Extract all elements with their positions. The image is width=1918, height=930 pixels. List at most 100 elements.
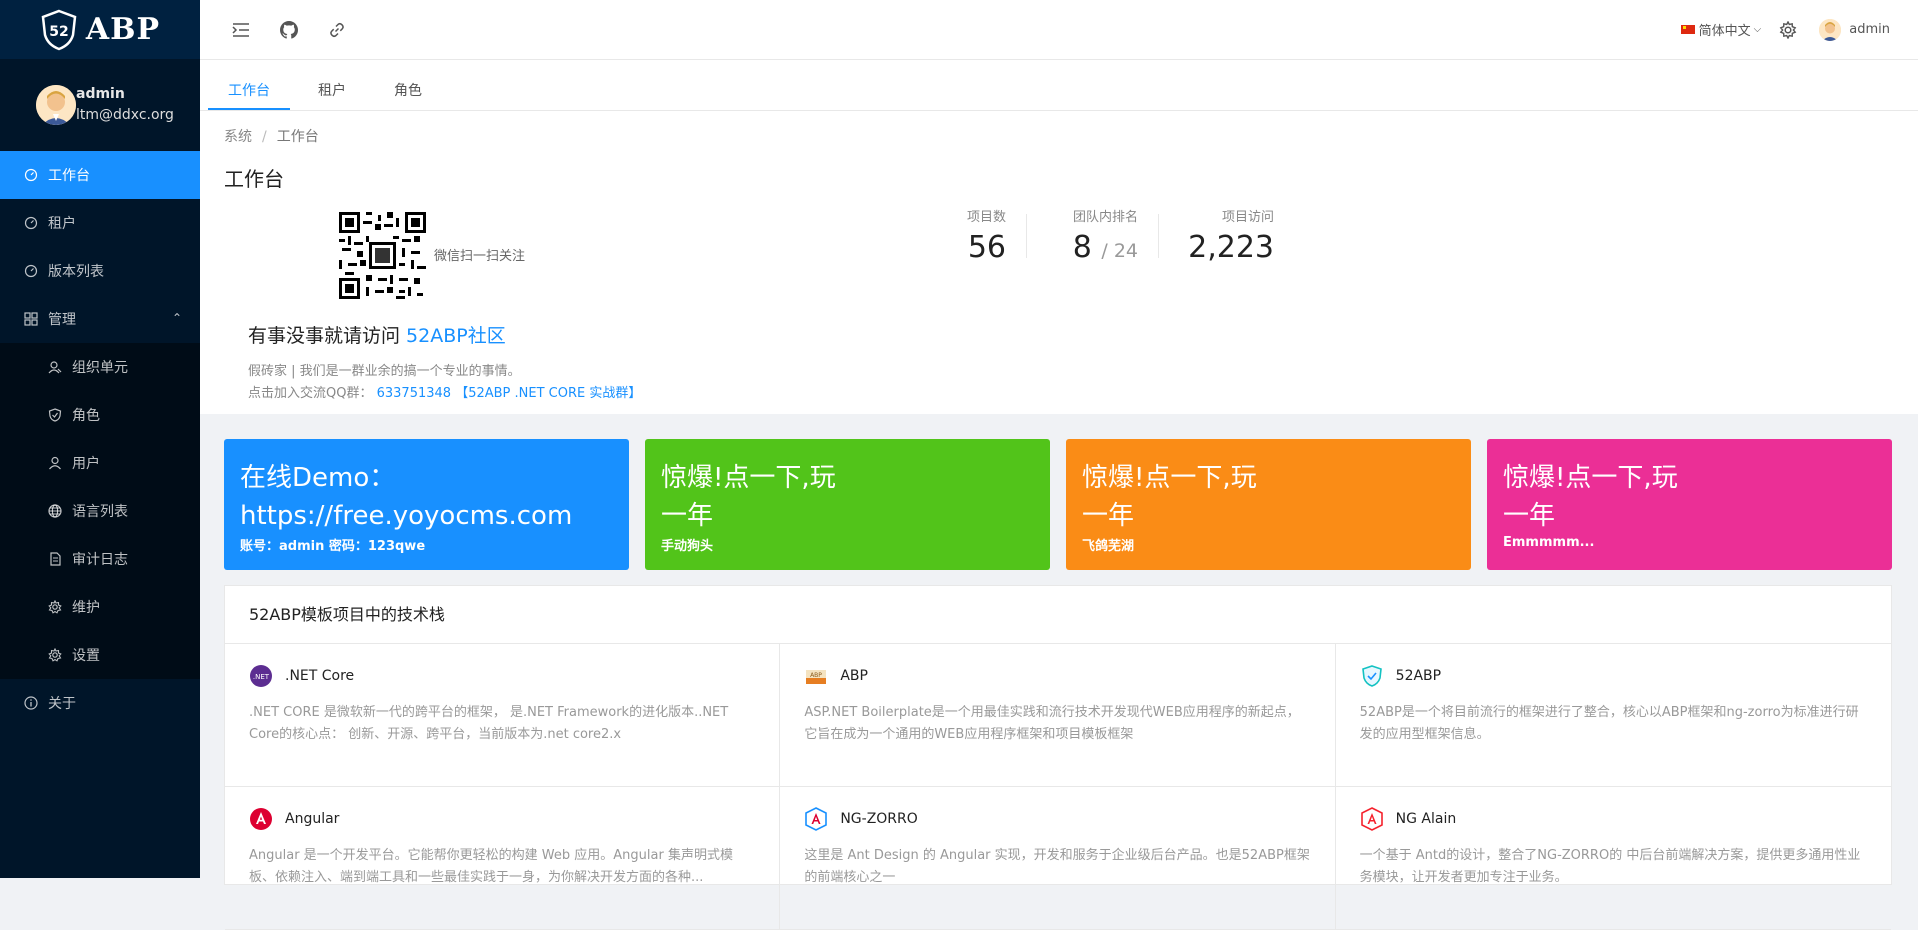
- safety-icon: [48, 408, 62, 422]
- stat-team-rank: 团队内排名 8 / 24: [1026, 206, 1158, 271]
- github-icon: [280, 20, 298, 39]
- stat-label: 项目访问: [1221, 210, 1274, 225]
- team-icon: [48, 360, 62, 374]
- sidebar-item-label: 维护: [72, 600, 100, 616]
- tech-stack-title: 52ABP模板项目中的技术栈: [225, 586, 1891, 644]
- sidebar-item-tenants[interactable]: 租户: [0, 199, 200, 247]
- sidebar-item-languages[interactable]: 语言列表: [0, 487, 200, 535]
- card-title: 惊爆!点一下,玩: [1503, 463, 1678, 493]
- qq-group-link[interactable]: 【52ABP .NET CORE 实战群】: [455, 386, 641, 401]
- promo-card[interactable]: 惊爆!点一下,玩 一年 Emmmmm...: [1487, 439, 1892, 570]
- sidebar-item-label: 工作台: [48, 168, 90, 184]
- tech-item-desc: 52ABP是一个将目前流行的框架进行了整合，核心以ABP框架和ng-zorro为…: [1359, 705, 1859, 742]
- tech-item-angular[interactable]: Angular Angular 是一个开发平台。它能帮你更轻松的构建 Web 应…: [225, 787, 781, 930]
- stats-group: 项目数 56 团队内排名 8 / 24 项目访问 2,223: [920, 206, 1294, 271]
- sidebar-item-label: 用户: [72, 456, 100, 472]
- promo-card[interactable]: 惊爆!点一下,玩 一年 飞鸽芜湖: [1066, 439, 1471, 570]
- card-title: 惊爆!点一下,玩: [661, 463, 836, 493]
- tech-item-desc: ASP.NET Boilerplate是一个用最佳实践和流行技术开发现代WEB应…: [804, 705, 1300, 742]
- link-button[interactable]: [313, 0, 361, 59]
- qq-prefix: 点击加入交流QQ群：: [248, 386, 373, 401]
- setting-icon: [48, 600, 62, 614]
- breadcrumb-current: 工作台: [276, 129, 319, 145]
- user-email: ltm@ddxc.org: [76, 107, 174, 123]
- tech-item-52abp[interactable]: 52ABP 52ABP是一个将目前流行的框架进行了整合，核心以ABP框架和ng-…: [1335, 644, 1891, 787]
- user-menu[interactable]: admin: [1819, 18, 1890, 41]
- sidebar-item-administration[interactable]: 管理 ⌃: [0, 295, 200, 343]
- global-icon: [48, 504, 62, 518]
- card-title: 一年: [1082, 501, 1135, 531]
- dashboard-icon: [24, 216, 38, 230]
- community-link[interactable]: 52ABP社区: [406, 325, 506, 347]
- tech-item-desc: Angular 是一个开发平台。它能帮你更轻松的构建 Web 应用。Angula…: [249, 848, 733, 885]
- menu-fold-button[interactable]: [217, 0, 265, 59]
- shield-icon: [1360, 664, 1384, 688]
- stat-value: 2,223: [1188, 230, 1274, 265]
- sidebar-item-label: 语言列表: [72, 504, 128, 520]
- stat-value: 56: [967, 230, 1006, 265]
- appstore-icon: [24, 312, 38, 326]
- sidebar-item-label: 管理: [48, 312, 76, 328]
- page-title: 工作台: [224, 167, 284, 191]
- sidebar-item-dashboard[interactable]: 工作台: [0, 151, 200, 199]
- tab-dashboard[interactable]: 工作台: [208, 69, 290, 110]
- sidebar-item-roles[interactable]: 角色: [0, 391, 200, 439]
- qq-number-link[interactable]: 633751348: [377, 386, 451, 401]
- avatar: [36, 85, 76, 125]
- avatar: [1819, 18, 1842, 41]
- promo-card-demo[interactable]: 在线Demo： https://free.yoyocms.com 账号：admi…: [224, 439, 629, 570]
- breadcrumb-root[interactable]: 系统: [224, 129, 252, 145]
- promo-cards: 在线Demo： https://free.yoyocms.com 账号：admi…: [224, 439, 1892, 570]
- shield-text: 52: [49, 24, 68, 40]
- top-header: 简体中文 ⌵ admin: [200, 0, 1918, 60]
- tech-item-abp[interactable]: ABP ABP ASP.NET Boilerplate是一个用最佳实践和流行技术…: [780, 644, 1336, 787]
- sidebar-item-label: 租户: [48, 216, 76, 232]
- card-title: 在线Demo：: [240, 463, 396, 493]
- sidebar-item-label: 组织单元: [72, 360, 128, 376]
- sidebar-item-maintenance[interactable]: 维护: [0, 583, 200, 631]
- github-button[interactable]: [265, 0, 313, 59]
- sidebar-item-label: 角色: [72, 408, 100, 424]
- tech-item-name: 52ABP: [1395, 668, 1442, 684]
- sidebar-item-label: 设置: [72, 648, 100, 664]
- sidebar-item-org-units[interactable]: 组织单元: [0, 343, 200, 391]
- angular-icon: [249, 807, 273, 831]
- logo[interactable]: 52 ABP: [0, 0, 200, 59]
- svg-text:.NET: .NET: [253, 673, 270, 681]
- tech-item-name: ABP: [840, 668, 868, 684]
- sidebar-item-users[interactable]: 用户: [0, 439, 200, 487]
- tech-item-desc: 一个基于 Antd的设计，整合了NG-ZORRO的 中后台前端解决方案，提供更多…: [1359, 848, 1861, 885]
- tab-roles[interactable]: 角色: [374, 69, 442, 110]
- tab-tenants[interactable]: 租户: [298, 69, 366, 110]
- tech-stack-panel: 52ABP模板项目中的技术栈 .NET .NET Core .NET CORE …: [224, 585, 1892, 930]
- tech-item-ng-zorro[interactable]: NG-ZORRO 这里是 Ant Design 的 Angular 实现，开发和…: [780, 787, 1336, 930]
- breadcrumb-separator: /: [262, 129, 267, 145]
- user-name: admin: [76, 86, 125, 102]
- description: 假砖家 | 我们是一群业余的搞一个专业的事情。 点击加入交流QQ群： 63375…: [248, 361, 641, 405]
- sidebar-item-settings[interactable]: 设置: [0, 631, 200, 679]
- sidebar-item-about[interactable]: 关于: [0, 679, 200, 727]
- stat-project-visits: 项目访问 2,223: [1158, 206, 1294, 271]
- card-subtitle: Emmmmm...: [1503, 535, 1595, 550]
- sidebar-item-label: 审计日志: [72, 552, 128, 568]
- settings-button[interactable]: [1779, 20, 1797, 39]
- china-flag-icon: [1680, 25, 1695, 34]
- sidebar-item-editions[interactable]: 版本列表: [0, 247, 200, 295]
- tech-item-dotnet[interactable]: .NET .NET Core .NET CORE 是微软新一代的跨平台的框架， …: [225, 644, 781, 787]
- tech-item-ng-alain[interactable]: NG Alain 一个基于 Antd的设计，整合了NG-ZORRO的 中后台前端…: [1335, 787, 1891, 930]
- qr-caption: 微信扫一扫关注: [434, 249, 526, 264]
- tech-grid: .NET .NET Core .NET CORE 是微软新一代的跨平台的框架， …: [225, 644, 1891, 930]
- ng-zorro-icon: [804, 807, 828, 831]
- card-title: 一年: [1503, 501, 1556, 531]
- dashboard-icon: [24, 264, 38, 278]
- user-profile[interactable]: admin ltm@ddxc.org: [0, 59, 200, 151]
- tech-item-name: NG-ZORRO: [840, 811, 918, 827]
- gear-icon: [1779, 20, 1797, 39]
- welcome-text: 有事没事就请访问 52ABP社区: [248, 321, 506, 348]
- language-select[interactable]: 简体中文 ⌵: [1680, 20, 1761, 39]
- sidebar-item-audit-logs[interactable]: 审计日志: [0, 535, 200, 583]
- language-label: 简体中文: [1698, 24, 1751, 39]
- qr-code-image: [339, 212, 426, 299]
- link-icon: [330, 22, 344, 37]
- promo-card[interactable]: 惊爆!点一下,玩 一年 手动狗头: [645, 439, 1050, 570]
